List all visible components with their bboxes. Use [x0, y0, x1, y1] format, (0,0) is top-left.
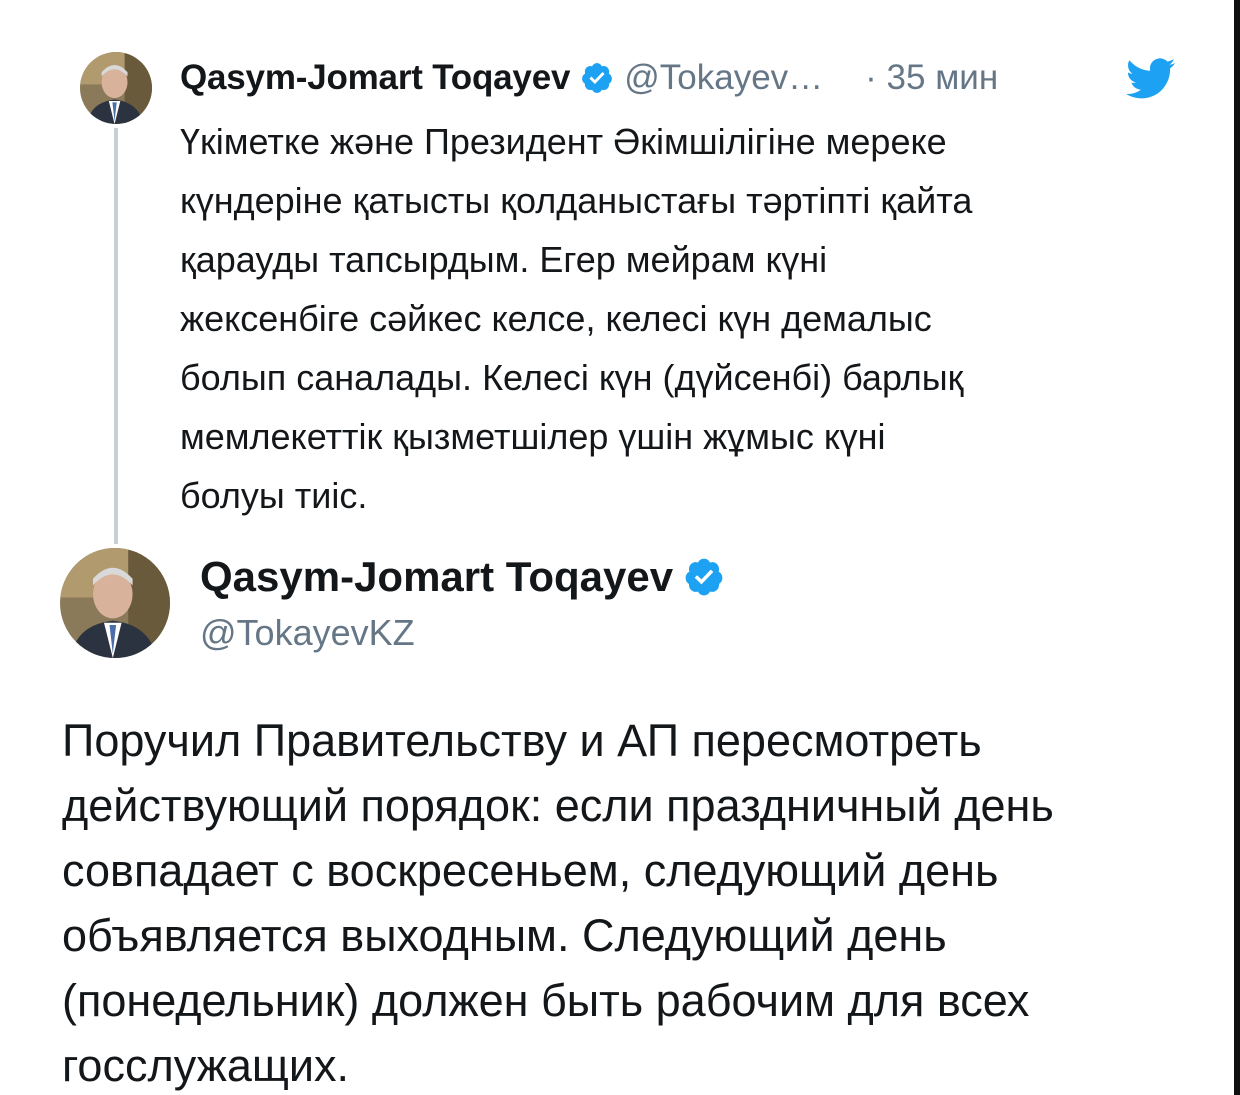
main-tweet-text: Поручил Правительству и АП пересмотреть … — [62, 715, 1054, 1091]
quoted-tweet-avatar[interactable] — [80, 52, 152, 124]
quoted-author-name[interactable]: Qasym-Jomart Toqayev — [180, 58, 570, 98]
main-tweet-avatar[interactable] — [60, 548, 170, 658]
twitter-bird-icon — [1125, 58, 1176, 100]
quoted-tweet-header: Qasym-Jomart Toqayev @Tokayev… · 35 мин — [180, 52, 998, 104]
screen-edge-divider — [1234, 0, 1240, 1095]
verified-badge-icon — [683, 556, 725, 598]
thread-connector-line — [114, 128, 118, 544]
quoted-tweet-timestamp[interactable]: · 35 мин — [865, 58, 998, 98]
quoted-tweet[interactable]: Qasym-Jomart Toqayev @Tokayev… · 35 мин … — [0, 0, 1234, 544]
main-tweet-header: Qasym-Jomart Toqayev — [200, 553, 725, 601]
main-author-handle[interactable]: @TokayevKZ — [200, 612, 415, 654]
main-author-name[interactable]: Qasym-Jomart Toqayev — [200, 553, 673, 601]
verified-badge-icon — [580, 61, 614, 95]
profile-photo-icon — [60, 548, 170, 658]
quoted-tweet-text: Үкіметке және Президент Әкімшілігіне мер… — [180, 121, 973, 516]
tweet-thread-page: Qasym-Jomart Toqayev @Tokayev… · 35 мин … — [0, 0, 1240, 1095]
quoted-author-handle[interactable]: @Tokayev… — [624, 58, 823, 98]
profile-photo-icon — [80, 52, 152, 124]
